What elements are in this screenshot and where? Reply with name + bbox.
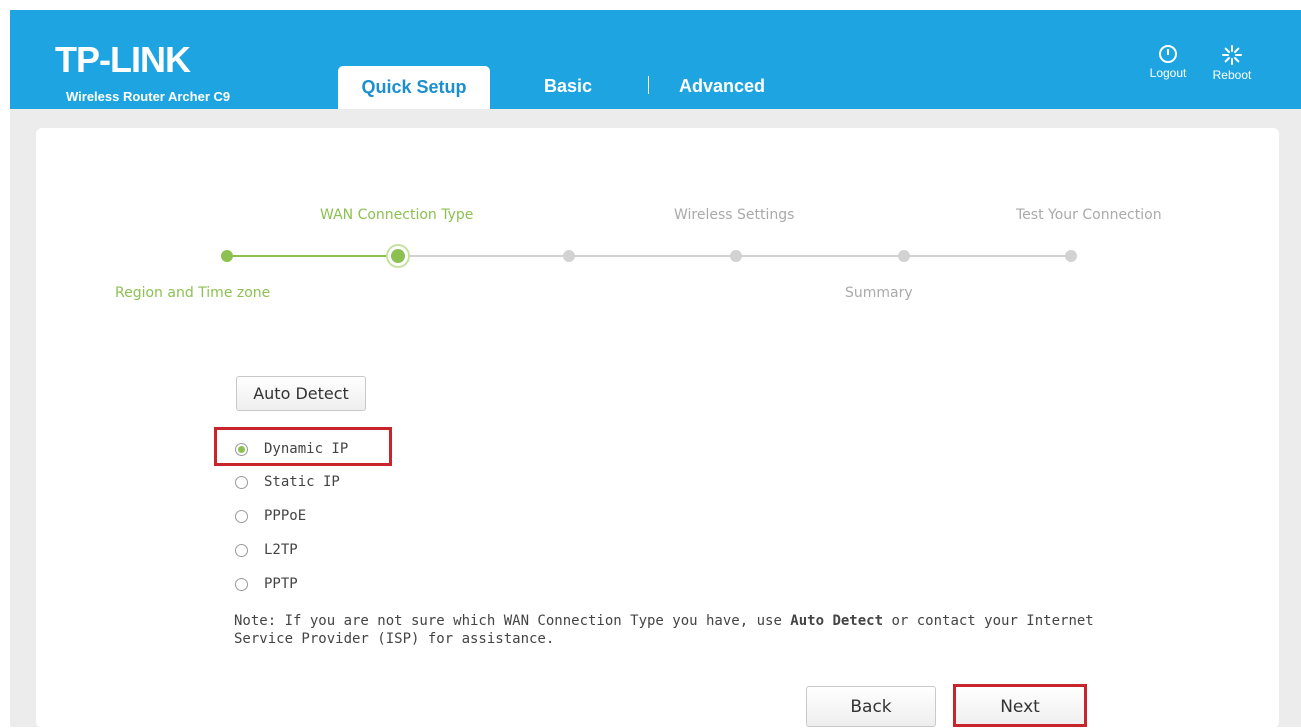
radio-label: L2TP: [264, 542, 298, 558]
radio-label: Static IP: [264, 474, 340, 490]
radio-label: PPPoE: [264, 508, 307, 524]
tab-basic[interactable]: Basic: [544, 76, 592, 97]
radio-button[interactable]: [235, 577, 248, 591]
reboot-icon: [1222, 45, 1242, 65]
reboot-label: Reboot: [1212, 68, 1252, 82]
radio-button[interactable]: [235, 543, 248, 557]
tab-advanced[interactable]: Advanced: [679, 76, 765, 97]
step-label-region: Region and Time zone: [115, 285, 271, 301]
radio-button[interactable]: [235, 509, 248, 523]
step-label-summary: Summary: [845, 285, 913, 301]
tab-quick-setup[interactable]: Quick Setup: [338, 66, 490, 109]
step-label-wan: WAN Connection Type: [320, 207, 474, 223]
note-text-prefix: Note: If you are not sure which WAN Conn…: [234, 613, 791, 629]
radio-option-pptp[interactable]: PPTP: [235, 573, 298, 595]
highlight-box-next: [953, 684, 1087, 727]
step-label-test: Test Your Connection: [1016, 207, 1162, 223]
note-text-bold: Auto Detect: [790, 613, 884, 629]
step-dot-test: [1065, 250, 1077, 262]
step-dot-region: [221, 250, 233, 262]
radio-label: PPTP: [264, 576, 298, 592]
step-label-wireless: Wireless Settings: [674, 207, 795, 223]
radio-option-static-ip[interactable]: Static IP: [235, 471, 340, 493]
tab-separator: [648, 76, 649, 94]
radio-button[interactable]: [235, 475, 248, 489]
step-dot-3: [563, 250, 575, 262]
brand-logo: TP-LINK: [55, 39, 191, 80]
wan-help-note: Note: If you are not sure which WAN Conn…: [234, 612, 1114, 648]
step-dot-wan: [391, 249, 405, 263]
power-icon: [1159, 45, 1177, 63]
step-dot-wireless: [730, 250, 742, 262]
step-dot-summary: [898, 250, 910, 262]
logout-button[interactable]: Logout: [1143, 44, 1193, 80]
logout-label: Logout: [1149, 66, 1187, 80]
highlight-box-dynamic-ip: [214, 427, 392, 466]
back-button[interactable]: Back: [806, 686, 936, 727]
router-model: Wireless Router Archer C9: [66, 89, 231, 104]
radio-option-l2tp[interactable]: L2TP: [235, 539, 298, 561]
reboot-button[interactable]: Reboot: [1205, 44, 1259, 82]
auto-detect-button[interactable]: Auto Detect: [236, 376, 366, 411]
radio-option-pppoe[interactable]: PPPoE: [235, 505, 306, 527]
progress-line-done: [227, 255, 399, 257]
